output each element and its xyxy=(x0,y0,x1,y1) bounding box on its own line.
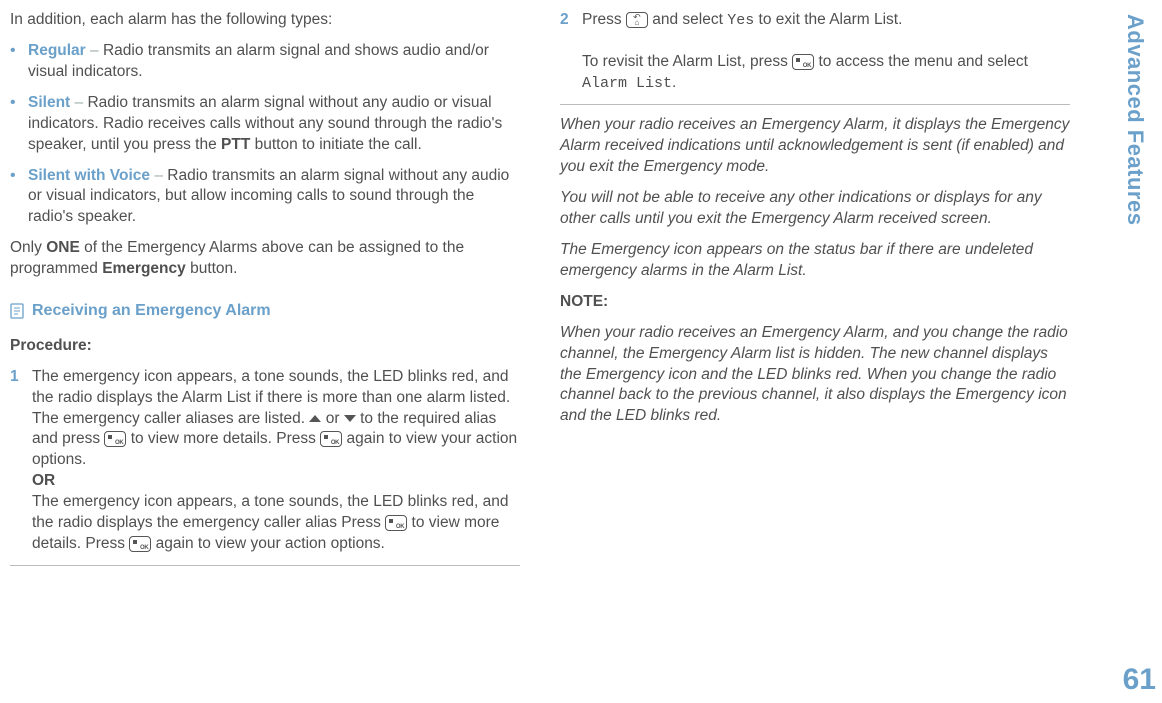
note-label: NOTE: xyxy=(560,292,1070,313)
alarm-types-list: • Regular – Radio transmits an alarm sig… xyxy=(10,41,520,228)
down-arrow-icon xyxy=(344,415,356,422)
bullet-icon: • xyxy=(10,166,28,229)
or-label: OR xyxy=(32,472,55,489)
divider xyxy=(10,565,520,566)
section-name: Advanced Features xyxy=(1122,14,1148,225)
bullet-icon: • xyxy=(10,93,28,156)
procedure-steps: 1 The emergency icon appears, a tone sou… xyxy=(10,367,520,555)
right-column: 2 Press and select Yes to exit the Alarm… xyxy=(560,10,1070,576)
ok-key-icon xyxy=(104,431,126,447)
list-item: • Silent with Voice – Radio transmits an… xyxy=(10,166,520,229)
page-number: 61 xyxy=(1123,663,1156,697)
ok-key-icon xyxy=(320,431,342,447)
procedure-label: Procedure: xyxy=(10,336,520,357)
back-key-icon xyxy=(626,12,648,28)
intro-text: In addition, each alarm has the followin… xyxy=(10,10,520,31)
note-paragraph: When your radio receives an Emergency Al… xyxy=(560,323,1070,428)
divider xyxy=(560,104,1070,105)
note-paragraph: You will not be able to receive any othe… xyxy=(560,188,1070,230)
procedure-steps-continued: 2 Press and select Yes to exit the Alarm… xyxy=(560,10,1070,94)
step-number: 1 xyxy=(10,367,32,555)
only-one-note: Only ONE of the Emergency Alarms above c… xyxy=(10,238,520,280)
dash-separator: – xyxy=(90,42,103,59)
menu-option-yes: Yes xyxy=(727,12,754,29)
document-icon xyxy=(10,303,24,319)
bullet-icon: • xyxy=(10,41,28,83)
section-heading: Receiving an Emergency Alarm xyxy=(10,300,520,322)
type-name: Silent with Voice xyxy=(28,167,150,184)
step-number: 2 xyxy=(560,10,582,94)
ok-key-icon xyxy=(385,515,407,531)
ok-key-icon xyxy=(129,536,151,552)
note-paragraph: The Emergency icon appears on the status… xyxy=(560,240,1070,282)
left-column: In addition, each alarm has the followin… xyxy=(10,10,520,576)
subheading-text: Receiving an Emergency Alarm xyxy=(32,300,271,322)
dash-separator: – xyxy=(154,167,167,184)
sidebar: Advanced Features xyxy=(1116,10,1154,693)
type-name: Silent xyxy=(28,94,70,111)
list-item: • Silent – Radio transmits an alarm sign… xyxy=(10,93,520,156)
note-paragraph: When your radio receives an Emergency Al… xyxy=(560,115,1070,178)
type-desc-b: button to initiate the call. xyxy=(250,136,421,153)
type-name: Regular xyxy=(28,42,86,59)
step-item: 2 Press and select Yes to exit the Alarm… xyxy=(560,10,1070,94)
step-item: 1 The emergency icon appears, a tone sou… xyxy=(10,367,520,555)
ptt-label: PTT xyxy=(221,136,250,153)
menu-option-alarm-list: Alarm List xyxy=(582,75,672,92)
list-item: • Regular – Radio transmits an alarm sig… xyxy=(10,41,520,83)
ok-key-icon xyxy=(792,54,814,70)
dash-separator: – xyxy=(75,94,88,111)
up-arrow-icon xyxy=(309,415,321,422)
